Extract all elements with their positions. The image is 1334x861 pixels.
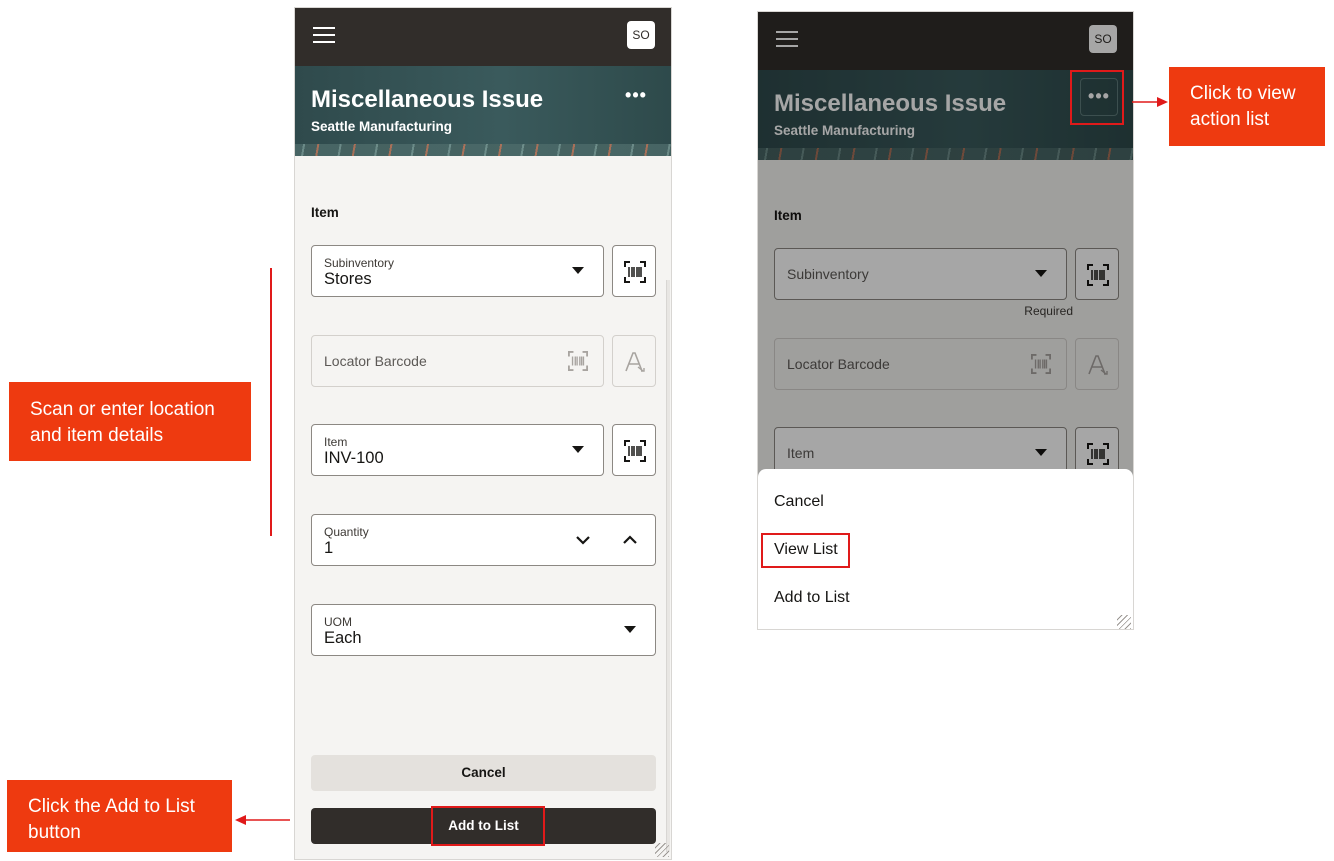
item-label: Item bbox=[324, 435, 348, 449]
locator-barcode-field: Locator Barcode bbox=[311, 335, 604, 387]
action-cancel[interactable]: Cancel bbox=[774, 493, 824, 511]
barcode-icon bbox=[568, 351, 588, 371]
page-title: Miscellaneous Issue bbox=[774, 90, 1007, 117]
uom-select[interactable]: UOM Each bbox=[311, 604, 656, 656]
org-subtitle: Seattle Manufacturing bbox=[311, 119, 453, 134]
misc-issue-screen: SO Miscellaneous Issue Seattle Manufactu… bbox=[294, 7, 672, 860]
uom-label: UOM bbox=[324, 615, 352, 629]
manual-entry-button bbox=[612, 335, 656, 387]
org-subtitle: Seattle Manufacturing bbox=[774, 123, 916, 138]
item-select[interactable]: Item INV-100 bbox=[311, 424, 604, 476]
action-view-list[interactable]: View List bbox=[774, 541, 838, 559]
subinventory-value: Stores bbox=[324, 270, 372, 288]
action-sheet: Cancel View List Add to List bbox=[758, 469, 1133, 629]
scan-subinventory-button[interactable] bbox=[612, 245, 656, 297]
app-header: SO bbox=[758, 12, 1133, 70]
page-title: Miscellaneous Issue bbox=[311, 86, 544, 113]
barcode-scan-icon bbox=[1087, 443, 1109, 465]
item-placeholder: Item bbox=[787, 445, 815, 461]
page-banner: Miscellaneous Issue Seattle Manufacturin… bbox=[295, 66, 671, 156]
scrollbar[interactable] bbox=[666, 280, 670, 852]
bracket-line bbox=[270, 268, 272, 536]
subinventory-select[interactable]: Subinventory Stores bbox=[311, 245, 604, 297]
required-hint: Required bbox=[1024, 304, 1073, 318]
section-label: Item bbox=[774, 208, 802, 223]
menu-icon[interactable] bbox=[313, 27, 335, 45]
banner-pattern bbox=[758, 148, 1133, 160]
keyboard-entry-icon bbox=[1088, 355, 1108, 375]
barcode-scan-icon bbox=[624, 440, 646, 462]
caret-down-icon bbox=[1035, 270, 1047, 277]
caret-down-icon bbox=[1035, 449, 1047, 456]
callout-scan: Scan or enter location and item details bbox=[9, 382, 251, 461]
increment-icon[interactable] bbox=[622, 533, 638, 547]
scan-item-button[interactable] bbox=[612, 424, 656, 476]
barcode-icon bbox=[1031, 354, 1051, 374]
uom-value: Each bbox=[324, 629, 362, 647]
callout-add-to-list: Click the Add to List button bbox=[7, 780, 232, 852]
manual-entry-button bbox=[1075, 338, 1119, 390]
arrow-left-icon bbox=[235, 815, 290, 825]
quantity-value: 1 bbox=[324, 539, 334, 557]
quantity-stepper[interactable]: Quantity 1 bbox=[311, 514, 656, 566]
quantity-label: Quantity bbox=[324, 525, 369, 539]
caret-down-icon bbox=[572, 446, 584, 453]
app-header: SO bbox=[295, 8, 671, 66]
section-label: Item bbox=[311, 205, 339, 220]
arrow-right-icon bbox=[1132, 97, 1168, 107]
item-value: INV-100 bbox=[324, 449, 384, 467]
resize-handle-icon[interactable] bbox=[655, 843, 669, 857]
locator-placeholder: Locator Barcode bbox=[324, 353, 427, 369]
caret-down-icon bbox=[572, 267, 584, 274]
overflow-menu-button[interactable]: ••• bbox=[1080, 78, 1118, 116]
barcode-scan-icon bbox=[624, 261, 646, 283]
misc-issue-action-screen: SO Miscellaneous Issue Seattle Manufactu… bbox=[757, 11, 1134, 630]
cancel-button[interactable]: Cancel bbox=[311, 755, 656, 791]
more-icon: ••• bbox=[625, 85, 647, 105]
overflow-menu-button[interactable]: ••• bbox=[617, 78, 655, 116]
barcode-scan-icon bbox=[1087, 264, 1109, 286]
subinventory-select[interactable]: Subinventory bbox=[774, 248, 1067, 300]
decrement-icon[interactable] bbox=[575, 533, 591, 547]
subinventory-label: Subinventory bbox=[324, 256, 395, 270]
avatar[interactable]: SO bbox=[1089, 25, 1117, 53]
menu-icon[interactable] bbox=[776, 31, 798, 49]
subinventory-placeholder: Subinventory bbox=[787, 266, 869, 282]
action-add-to-list[interactable]: Add to List bbox=[774, 589, 850, 607]
page-banner: Miscellaneous Issue Seattle Manufacturin… bbox=[758, 70, 1133, 160]
locator-barcode-field: Locator Barcode bbox=[774, 338, 1067, 390]
scan-subinventory-button[interactable] bbox=[1075, 248, 1119, 300]
more-icon: ••• bbox=[1088, 86, 1110, 106]
resize-handle-icon[interactable] bbox=[1117, 615, 1131, 629]
callout-action-list: Click to view action list bbox=[1169, 67, 1325, 146]
banner-pattern bbox=[295, 144, 671, 156]
locator-placeholder: Locator Barcode bbox=[787, 356, 890, 372]
add-to-list-button[interactable]: Add to List bbox=[311, 808, 656, 844]
avatar[interactable]: SO bbox=[627, 21, 655, 49]
keyboard-entry-icon bbox=[625, 352, 645, 372]
caret-down-icon bbox=[624, 626, 636, 633]
